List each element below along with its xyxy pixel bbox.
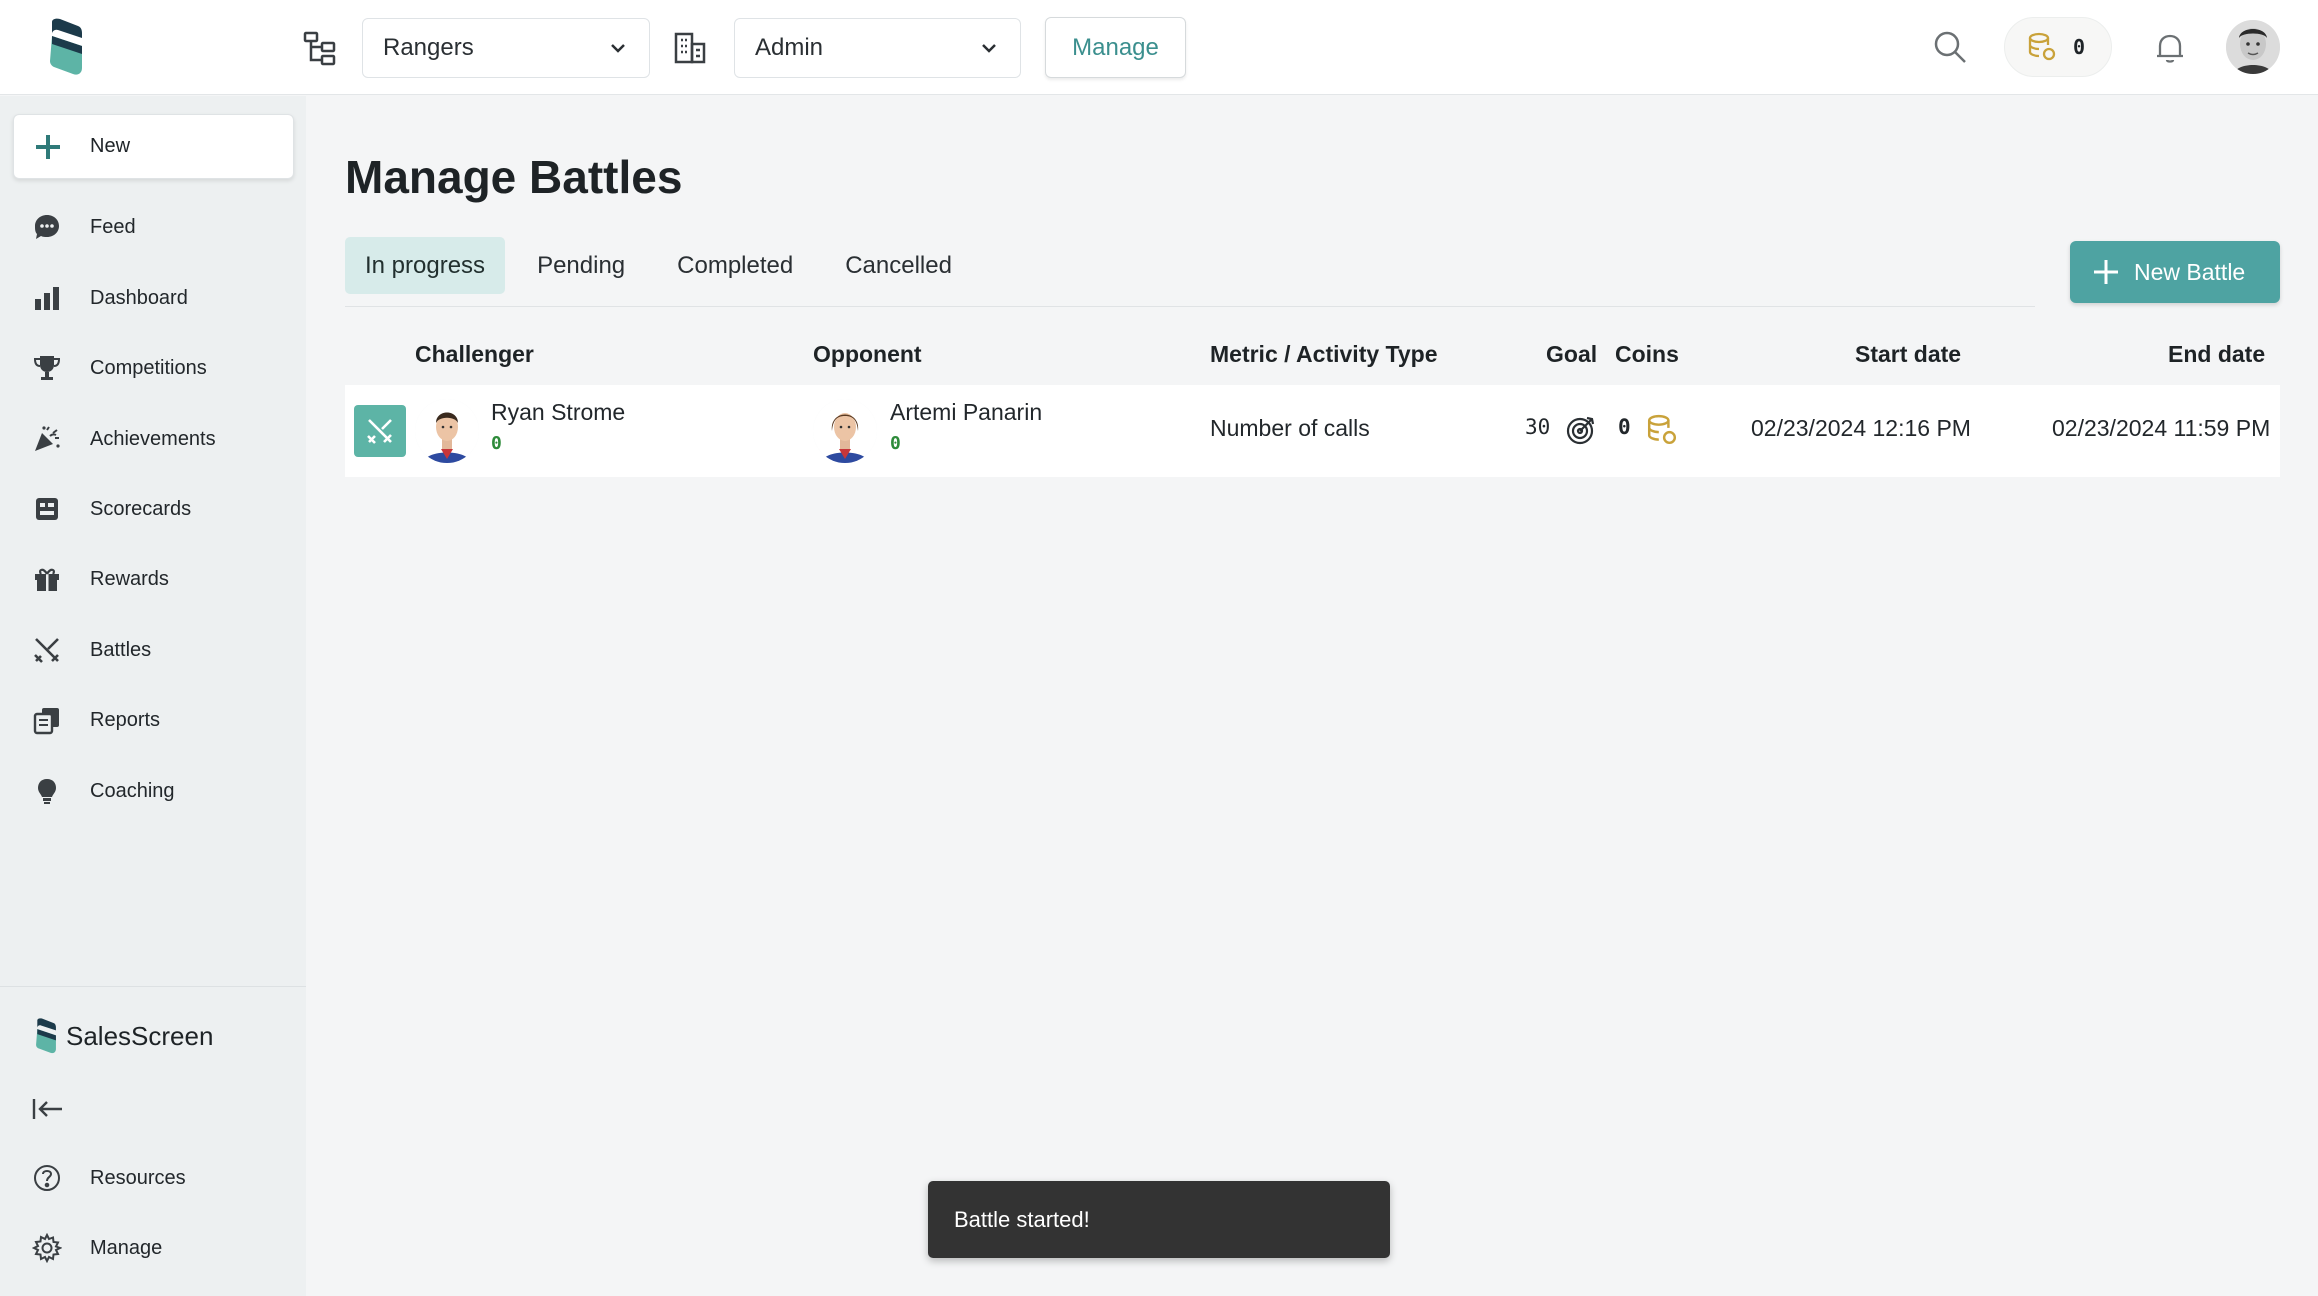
sidebar-item-label: Rewards (90, 567, 169, 590)
player-photo-icon (813, 399, 877, 463)
sidebar-item-manage[interactable]: Manage (0, 1223, 306, 1273)
column-header-coins[interactable]: Coins (1615, 341, 1679, 368)
search-icon[interactable] (1932, 29, 1968, 65)
sidebar: New Feed Dashboard Competitions Achievem… (0, 96, 306, 1296)
bell-icon[interactable] (2152, 30, 2188, 66)
column-header-opponent[interactable]: Opponent (813, 341, 922, 368)
page-title: Manage Battles (345, 151, 683, 203)
sidebar-item-label: Manage (90, 1236, 163, 1259)
new-button[interactable]: New (13, 114, 294, 179)
table-row[interactable]: Ryan Strome 0 Artemi Panarin 0 Number of… (345, 385, 2280, 477)
column-header-metric[interactable]: Metric / Activity Type (1210, 341, 1438, 368)
salesscreen-logo-icon[interactable] (48, 18, 84, 76)
opponent-avatar (813, 399, 877, 463)
trophy-icon (33, 356, 61, 380)
chevron-down-icon (611, 44, 625, 53)
new-battle-button[interactable]: New Battle (2070, 241, 2280, 303)
sidebar-item-reports[interactable]: Reports (0, 695, 306, 745)
sidebar-item-dashboard[interactable]: Dashboard (0, 273, 306, 323)
gear-icon (32, 1233, 62, 1263)
column-header-challenger[interactable]: Challenger (415, 341, 534, 368)
manage-button[interactable]: Manage (1045, 17, 1186, 78)
sidebar-item-label: Dashboard (90, 286, 188, 309)
new-battle-label: New Battle (2134, 258, 2246, 285)
player-photo-icon (415, 399, 479, 463)
crossed-swords-icon (34, 638, 59, 663)
sidebar-item-label: Competitions (90, 356, 207, 379)
crossed-swords-icon (367, 419, 392, 444)
new-button-label: New (90, 135, 131, 157)
battle-status-badge (354, 405, 406, 457)
coins-value: 0 (1618, 415, 1631, 439)
scorecard-icon (36, 498, 58, 520)
help-circle-icon (34, 1165, 60, 1191)
opponent-score: 0 (890, 433, 901, 454)
user-avatar[interactable] (2226, 20, 2280, 74)
sidebar-item-label: Achievements (90, 427, 216, 450)
team-select-value: Rangers (383, 34, 474, 61)
end-date: 02/23/2024 11:59 PM (2052, 415, 2271, 441)
plus-icon (36, 134, 60, 159)
coin-balance[interactable]: 0 (2004, 17, 2112, 77)
org-hierarchy-icon[interactable] (302, 30, 338, 66)
sidebar-item-label: Resources (90, 1166, 186, 1189)
plus-icon (2094, 260, 2118, 284)
sidebar-item-label: Coaching (90, 779, 175, 802)
sidebar-item-competitions[interactable]: Competitions (0, 343, 306, 393)
salesscreen-logo-icon (36, 1018, 56, 1054)
sidebar-item-label: Battles (90, 638, 152, 661)
column-header-start-date[interactable]: Start date (1855, 341, 1961, 368)
sidebar-divider (0, 986, 306, 987)
sidebar-item-label: Feed (90, 215, 136, 238)
goal-value: 30 (1525, 415, 1551, 439)
sidebar-item-label: Reports (90, 708, 161, 731)
tab-in-progress[interactable]: In progress (345, 237, 506, 294)
reports-icon (33, 708, 59, 735)
sidebar-item-coaching[interactable]: Coaching (0, 766, 306, 816)
toast-message: Battle started! (954, 1206, 1090, 1232)
sidebar-item-label: Scorecards (90, 497, 192, 520)
gift-icon (35, 568, 59, 591)
sidebar-item-feed[interactable]: Feed (0, 202, 306, 252)
challenger-name[interactable]: Ryan Strome (491, 399, 625, 426)
sidebar-item-battles[interactable]: Battles (0, 625, 306, 675)
column-header-goal[interactable]: Goal (1546, 341, 1597, 368)
team-select[interactable]: Rangers (362, 18, 650, 78)
sidebar-item-achievements[interactable]: Achievements (0, 414, 306, 464)
metric-activity-type: Number of calls (1210, 415, 1370, 441)
target-icon (1566, 416, 1595, 445)
coins-icon (1647, 414, 1677, 445)
column-header-end-date[interactable]: End date (2168, 341, 2265, 368)
collapse-sidebar-icon[interactable] (32, 1094, 64, 1124)
tab-cancelled[interactable]: Cancelled (825, 237, 972, 294)
bar-chart-icon (35, 287, 59, 310)
battle-tabs: In progress Pending Completed Cancelled (345, 237, 984, 294)
challenger-avatar (415, 399, 479, 463)
tabs-divider (345, 306, 2035, 307)
user-photo-icon (2226, 20, 2280, 74)
role-select[interactable]: Admin (734, 18, 1021, 78)
party-popper-icon (35, 426, 60, 451)
tab-pending[interactable]: Pending (517, 237, 645, 294)
sidebar-item-rewards[interactable]: Rewards (0, 554, 306, 604)
chat-bubble-icon (35, 215, 59, 239)
tab-completed[interactable]: Completed (657, 237, 813, 294)
start-date: 02/23/2024 12:16 PM (1751, 415, 1971, 441)
lightbulb-icon (38, 779, 56, 804)
role-select-value: Admin (755, 34, 824, 61)
chevron-down-icon (982, 44, 996, 53)
toast-notification: Battle started! (928, 1181, 1390, 1258)
top-bar: Rangers Admin Manage 0 (0, 0, 2318, 95)
challenger-score: 0 (491, 433, 502, 454)
brand: SalesScreen (34, 1018, 213, 1054)
coin-count: 0 (2073, 35, 2086, 59)
opponent-name[interactable]: Artemi Panarin (890, 399, 1042, 426)
sidebar-item-resources[interactable]: Resources (0, 1153, 306, 1203)
building-icon[interactable] (672, 30, 708, 66)
coins-icon (2028, 32, 2056, 61)
sidebar-item-scorecards[interactable]: Scorecards (0, 484, 306, 534)
brand-name: SalesScreen (66, 1020, 214, 1051)
